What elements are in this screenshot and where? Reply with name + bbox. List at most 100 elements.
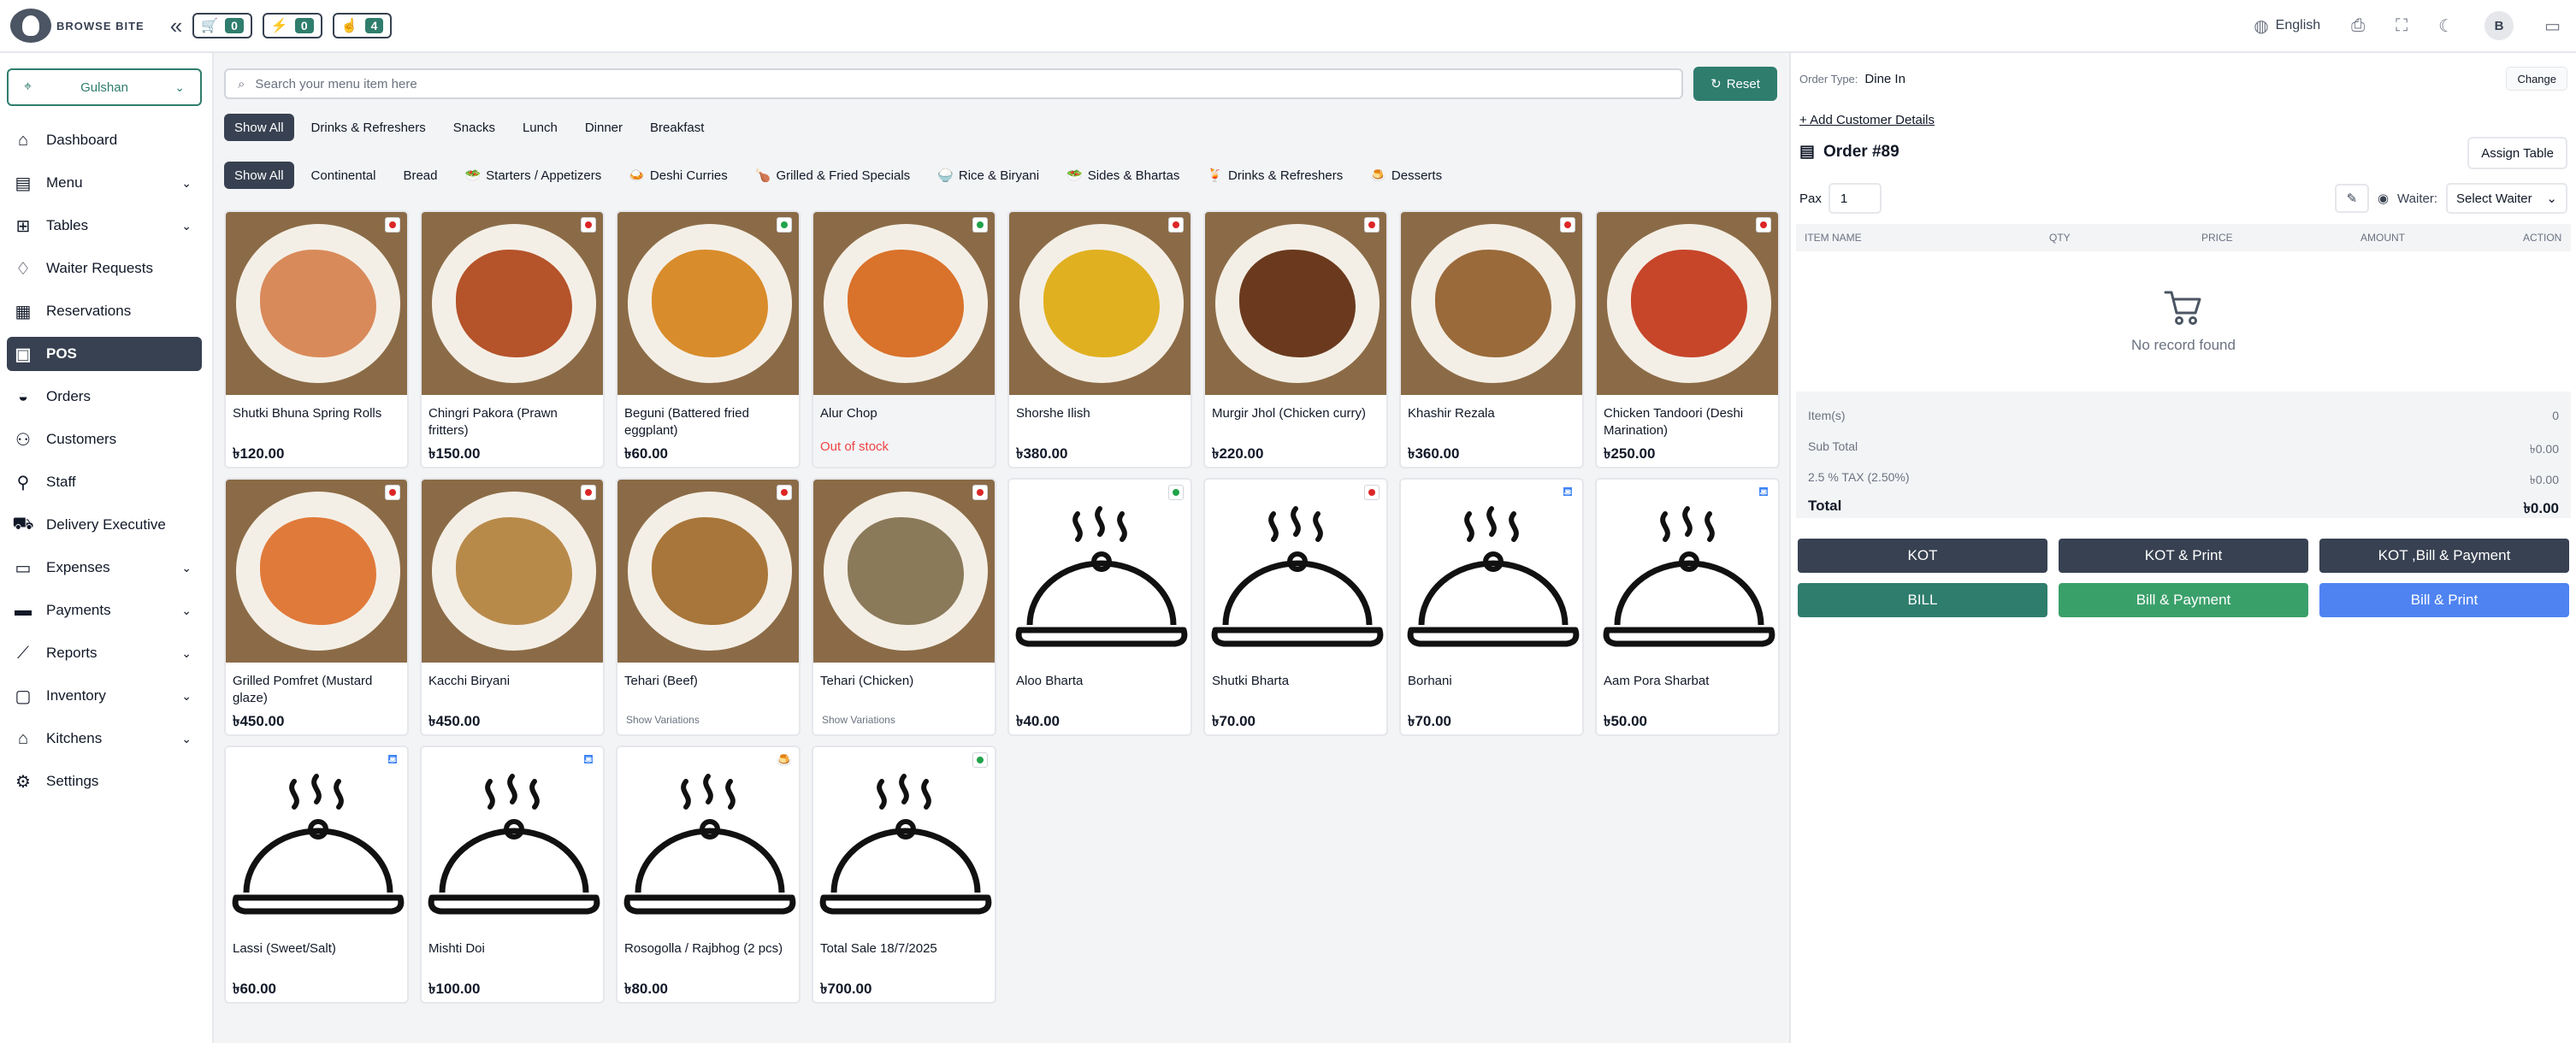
menu-item-card[interactable]: Shutki Bharta ৳70.00 bbox=[1203, 478, 1388, 736]
sidebar-item-settings[interactable]: ⚙ Settings bbox=[7, 764, 202, 798]
monitor-icon[interactable]: ▭ bbox=[2544, 15, 2561, 37]
column-price: PRICE bbox=[2201, 232, 2233, 244]
app-logo[interactable]: BROWSE BITE bbox=[10, 9, 145, 43]
sidebar-item-orders[interactable]: ◒ Orders bbox=[7, 380, 202, 414]
search-icon: ⌕ bbox=[238, 76, 245, 91]
sidebar-item-label: Orders bbox=[46, 388, 91, 404]
sidebar-item-dashboard[interactable]: ⌂ Dashboard bbox=[7, 123, 202, 157]
show-variations-link[interactable]: Show Variations bbox=[822, 714, 895, 726]
category-tab[interactable]: 🥗 Starters / Appetizers bbox=[454, 162, 612, 189]
menu-item-card[interactable]: Tehari (Chicken) Show Variations bbox=[812, 478, 996, 736]
action-button-kot-print[interactable]: KOT & Print bbox=[2059, 539, 2308, 573]
menu-item-card[interactable]: ⛾ Lassi (Sweet/Salt) ৳60.00 bbox=[224, 745, 409, 1004]
language-switcher[interactable]: ◍ English bbox=[2254, 15, 2320, 37]
menu-item-card[interactable]: Khashir Rezala ৳360.00 bbox=[1399, 210, 1584, 468]
sidebar-item-payments[interactable]: ▬ Payments ⌄ bbox=[7, 593, 202, 628]
category-tab[interactable]: 🍹 Drinks & Refreshers bbox=[1196, 162, 1353, 189]
action-button-bill[interactable]: BILL bbox=[1798, 583, 2047, 617]
avatar[interactable]: B bbox=[2484, 11, 2514, 40]
category-tab[interactable]: Continental bbox=[301, 162, 387, 189]
menu-item-card[interactable]: Alur Chop Out of stock bbox=[812, 210, 996, 468]
edit-icon[interactable]: ✎ bbox=[2334, 184, 2369, 213]
calendar-icon: ▦ bbox=[15, 302, 32, 321]
menu-item-card[interactable]: Shorshe Ilish ৳380.00 bbox=[1007, 210, 1192, 468]
menu-item-card[interactable]: Beguni (Battered fried eggplant) ৳60.00 bbox=[616, 210, 801, 468]
cart-counter[interactable]: 🛒 0 bbox=[192, 13, 252, 38]
menu-item-price: ৳450.00 bbox=[233, 713, 285, 729]
meal-tab[interactable]: Dinner bbox=[575, 114, 633, 141]
menu-item-card[interactable]: 🍮 Rosogolla / Rajbhog (2 pcs) ৳80.00 bbox=[616, 745, 801, 1004]
menu-item-card[interactable]: ⛾ Aam Pora Sharbat ৳50.00 bbox=[1595, 478, 1780, 736]
sidebar-item-waiter-requests[interactable]: ♢ Waiter Requests bbox=[7, 251, 202, 286]
sidebar-item-pos[interactable]: ▣ POS bbox=[7, 337, 202, 371]
sidebar-item-kitchens[interactable]: ⌂ Kitchens ⌄ bbox=[7, 722, 202, 756]
home-icon: ⌂ bbox=[17, 130, 29, 150]
summary-value: 0 bbox=[2552, 409, 2559, 422]
menu-item-card[interactable]: Chicken Tandoori (Deshi Marination) ৳250.… bbox=[1595, 210, 1780, 468]
menu-item-card[interactable]: ⛾ Borhani ৳70.00 bbox=[1399, 478, 1584, 736]
veg-badge-icon bbox=[972, 217, 988, 233]
show-variations-link[interactable]: Show Variations bbox=[626, 714, 700, 726]
search-input[interactable]: ⌕ Search your menu item here bbox=[224, 68, 1683, 99]
waiter-request-counter[interactable]: ☝ 4 bbox=[332, 13, 393, 38]
category-tab[interactable]: 🍚 Rice & Biryani bbox=[927, 162, 1049, 189]
cart-icon: 🛒 bbox=[201, 19, 219, 33]
menu-item-card[interactable]: ⛾ Mishti Doi ৳100.00 bbox=[420, 745, 605, 1004]
action-button-kot[interactable]: KOT bbox=[1798, 539, 2047, 573]
meal-tab[interactable]: Snacks bbox=[443, 114, 505, 141]
box-icon: ▢ bbox=[15, 686, 32, 706]
menu-item-price: ৳70.00 bbox=[1408, 713, 1452, 729]
menu-item-card[interactable]: Shutki Bhuna Spring Rolls ৳120.00 bbox=[224, 210, 409, 468]
menu-item-card[interactable]: Grilled Pomfret (Mustard glaze) ৳450.00 bbox=[224, 478, 409, 736]
pax-input[interactable]: 1 bbox=[1828, 183, 1882, 214]
category-emoji-icon: 🍛 bbox=[629, 168, 645, 183]
empty-text: No record found bbox=[2131, 337, 2236, 353]
printer-icon[interactable]: ⎙ bbox=[2351, 16, 2365, 36]
assign-table-button[interactable]: Assign Table bbox=[2467, 137, 2567, 169]
sidebar-item-tables[interactable]: ⊞ Tables ⌄ bbox=[7, 209, 202, 243]
reset-button[interactable]: ↻ Reset bbox=[1693, 67, 1777, 101]
meal-tab[interactable]: Breakfast bbox=[640, 114, 714, 141]
chevron-down-icon: ⌄ bbox=[2546, 192, 2557, 206]
sidebar-item-menu[interactable]: ▤ Menu ⌄ bbox=[7, 166, 202, 200]
nonveg-badge-icon bbox=[1560, 217, 1575, 233]
menu-item-card[interactable]: Aloo Bharta ৳40.00 bbox=[1007, 478, 1192, 736]
category-tab[interactable]: Bread bbox=[393, 162, 447, 189]
sidebar-item-staff[interactable]: ⚲ Staff bbox=[7, 465, 202, 499]
sidebar-item-reservations[interactable]: ▦ Reservations bbox=[7, 294, 202, 328]
delivery-counter[interactable]: ⚡ 0 bbox=[262, 13, 322, 38]
category-tab[interactable]: 🍗 Grilled & Fried Specials bbox=[745, 162, 920, 189]
meal-tab[interactable]: Drinks & Refreshers bbox=[301, 114, 436, 141]
column-item-name: ITEM NAME bbox=[1805, 232, 1862, 244]
badge-dot bbox=[781, 221, 788, 228]
category-tab[interactable]: Show All bbox=[224, 162, 294, 189]
menu-item-card[interactable]: Murgir Jhol (Chicken curry) ৳220.00 bbox=[1203, 210, 1388, 468]
change-order-type-button[interactable]: Change bbox=[2506, 67, 2567, 91]
category-tab[interactable]: 🍛 Deshi Curries bbox=[618, 162, 738, 189]
waiter-select[interactable]: Select Waiter ⌄ bbox=[2446, 183, 2567, 214]
action-button-bill-payment[interactable]: Bill & Payment bbox=[2059, 583, 2308, 617]
menu-item-card[interactable]: Tehari (Beef) Show Variations bbox=[616, 478, 801, 736]
fullscreen-icon[interactable]: ⛶ bbox=[2396, 16, 2408, 36]
meal-tab[interactable]: Show All bbox=[224, 114, 294, 141]
category-tab[interactable]: 🍮 Desserts bbox=[1360, 162, 1452, 189]
add-customer-link[interactable]: + Add Customer Details bbox=[1799, 113, 1935, 127]
action-button-bill-print[interactable]: Bill & Print bbox=[2319, 583, 2569, 617]
collapse-sidebar-icon[interactable]: « bbox=[170, 13, 182, 39]
sidebar-item-expenses[interactable]: ▭ Expenses ⌄ bbox=[7, 551, 202, 585]
menu-item-card[interactable]: Chingri Pakora (Prawn fritters) ৳150.00 bbox=[420, 210, 605, 468]
sidebar-item-customers[interactable]: ⚇ Customers bbox=[7, 422, 202, 457]
sidebar-item-inventory[interactable]: ▢ Inventory ⌄ bbox=[7, 679, 202, 713]
branch-selector[interactable]: ⌖ Gulshan ⌄ bbox=[7, 68, 202, 106]
menu-item-card[interactable]: Total Sale 18/7/2025 ৳700.00 bbox=[812, 745, 996, 1004]
meal-tab[interactable]: Lunch bbox=[512, 114, 568, 141]
sidebar-item-delivery-executive[interactable]: ⛟ Delivery Executive bbox=[7, 508, 202, 542]
waiter-select-value: Select Waiter bbox=[2456, 191, 2532, 206]
action-button-kot-bill-payment[interactable]: KOT ,Bill & Payment bbox=[2319, 539, 2569, 573]
category-tab[interactable]: 🥗 Sides & Bhartas bbox=[1056, 162, 1190, 189]
menu-item-card[interactable]: Kacchi Biryani ৳450.00 bbox=[420, 478, 605, 736]
summary-label: Item(s) bbox=[1808, 409, 1846, 422]
sidebar-item-reports[interactable]: ⟋ Reports ⌄ bbox=[7, 636, 202, 670]
dark-mode-icon[interactable]: ☾ bbox=[2438, 15, 2454, 37]
chevron-down-icon: ⌄ bbox=[181, 603, 192, 617]
